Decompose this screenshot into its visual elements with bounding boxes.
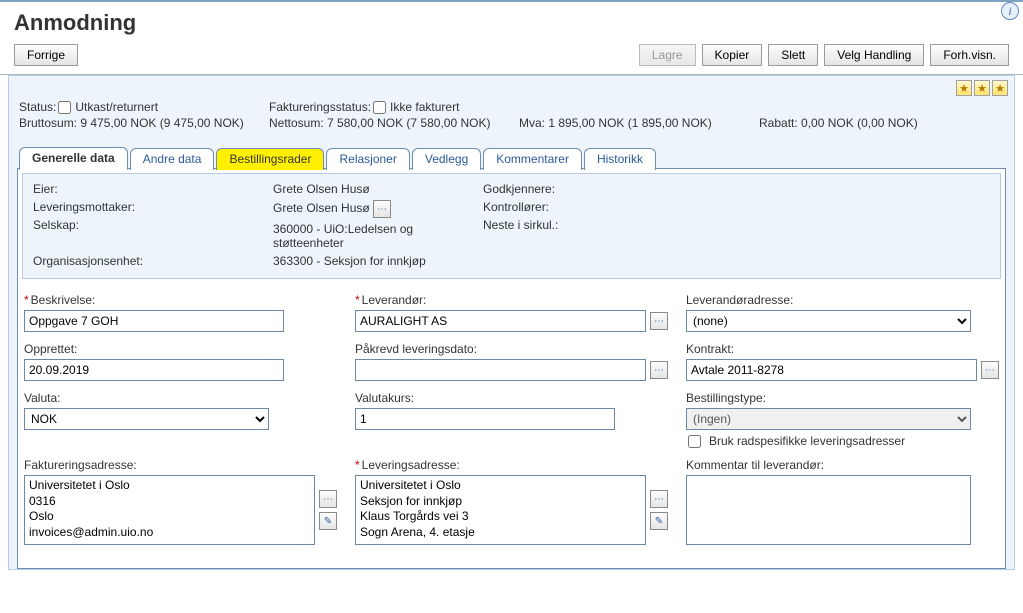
supplier-comment-label: Kommentar til leverandør:	[686, 458, 999, 472]
vat-label: Mva:	[519, 116, 545, 130]
tabs: Generelle data Andre data Bestillingsrad…	[17, 146, 1006, 169]
order-type-label: Bestillingstype:	[686, 391, 999, 405]
supplier-label: Leverandør:	[362, 293, 427, 307]
supplier-input[interactable]	[355, 310, 646, 332]
owner-label: Eier:	[33, 180, 273, 198]
tab-other-data[interactable]: Andre data	[130, 148, 215, 170]
req-delivery-date-button[interactable]: ⋯	[650, 361, 668, 379]
preview-button[interactable]: Forh.visn.	[930, 44, 1009, 66]
row-specific-label: Bruk radspesifikke leveringsadresser	[709, 434, 905, 448]
gross-label: Bruttosum:	[19, 116, 77, 130]
choose-action-button[interactable]: Velg Handling	[824, 44, 924, 66]
supplier-lookup-button[interactable]: ⋯	[650, 312, 668, 330]
orgunit-label: Organisasjonsenhet:	[33, 252, 273, 270]
invoice-addr-lookup-button[interactable]: ⋯	[319, 490, 337, 508]
owners-panel: Eier: Leveringsmottaker: Selskap: Organi…	[22, 173, 1001, 279]
tab-relations[interactable]: Relasjoner	[326, 148, 409, 170]
company-label: Selskap:	[33, 216, 273, 234]
status-checkbox[interactable]	[58, 101, 71, 114]
star-add-icon[interactable]: ★	[956, 80, 972, 96]
delete-button[interactable]: Slett	[768, 44, 818, 66]
invoice-addr-edit-button[interactable]: ✎	[319, 512, 337, 530]
star-alt-icon[interactable]: ★	[992, 80, 1008, 96]
tab-order-lines[interactable]: Bestillingsrader	[216, 148, 324, 170]
invoice-status-value: Ikke fakturert	[390, 100, 459, 114]
company-value: 360000 - UiO:Ledelsen og støtteenheter	[273, 220, 483, 252]
recipient-label: Leveringsmottaker:	[33, 198, 273, 216]
approvers-label: Godkjennere:	[483, 180, 683, 198]
row-specific-checkbox[interactable]	[688, 435, 701, 448]
delivery-addr-lookup-button[interactable]: ⋯	[650, 490, 668, 508]
invoice-addr-label: Faktureringsadresse:	[24, 458, 337, 472]
desc-label: Beskrivelse:	[31, 293, 96, 307]
net-value: 7 580,00 NOK (7 580,00 NOK)	[327, 116, 490, 130]
recipient-lookup-button[interactable]: ⋯	[373, 200, 391, 218]
req-delivery-input[interactable]	[355, 359, 646, 381]
order-type-select[interactable]: (Ingen)	[686, 408, 971, 430]
info-icon[interactable]: i	[1001, 2, 1019, 20]
previous-button[interactable]: Forrige	[14, 44, 78, 66]
owner-value: Grete Olsen Husø	[273, 180, 483, 198]
contract-lookup-button[interactable]: ⋯	[981, 361, 999, 379]
star-fav-icon[interactable]: ★	[974, 80, 990, 96]
contract-label: Kontrakt:	[686, 342, 999, 356]
description-input[interactable]	[24, 310, 284, 332]
tab-comments[interactable]: Kommentarer	[483, 148, 582, 170]
supplier-addr-label: Leverandøradresse:	[686, 293, 999, 307]
controllers-label: Kontrollører:	[483, 198, 683, 216]
discount-value: 0,00 NOK (0,00 NOK)	[801, 116, 918, 130]
tab-history[interactable]: Historikk	[584, 148, 656, 170]
summary-panel: ★ ★ ★ Status: Utkast/returnert Faktureri…	[8, 75, 1015, 570]
invoice-address-textarea[interactable]	[24, 475, 315, 545]
save-button[interactable]: Lagre	[639, 44, 696, 66]
copy-button[interactable]: Kopier	[702, 44, 763, 66]
created-label: Opprettet:	[24, 342, 337, 356]
recipient-value: Grete Olsen Husø	[273, 201, 370, 215]
status-label: Status:	[19, 100, 56, 114]
gross-value: 9 475,00 NOK (9 475,00 NOK)	[80, 116, 243, 130]
invoice-status-label: Faktureringsstatus:	[269, 100, 371, 114]
next-in-circ-label: Neste i sirkul.:	[483, 216, 683, 234]
contract-input[interactable]	[686, 359, 977, 381]
toolbar: Forrige Lagre Kopier Slett Velg Handling…	[0, 40, 1023, 75]
currency-label: Valuta:	[24, 391, 337, 405]
exchange-label: Valutakurs:	[355, 391, 668, 405]
supplier-address-select[interactable]: (none)	[686, 310, 971, 332]
net-label: Nettosum:	[269, 116, 324, 130]
vat-value: 1 895,00 NOK (1 895,00 NOK)	[548, 116, 711, 130]
form-area: *Beskrivelse: Opprettet: Valuta: NOK	[18, 283, 1005, 568]
created-input[interactable]	[24, 359, 284, 381]
supplier-comment-textarea[interactable]	[686, 475, 971, 545]
page-title: Anmodning	[0, 0, 1023, 40]
req-delivery-label: Påkrevd leveringsdato:	[355, 342, 668, 356]
orgunit-value: 363300 - Seksjon for innkjøp	[273, 252, 483, 270]
exchange-rate-input[interactable]	[355, 408, 615, 430]
discount-label: Rabatt:	[759, 116, 798, 130]
status-value: Utkast/returnert	[75, 100, 158, 114]
delivery-addr-label: Leveringsadresse:	[362, 458, 460, 472]
delivery-addr-edit-button[interactable]: ✎	[650, 512, 668, 530]
currency-select[interactable]: NOK	[24, 408, 269, 430]
tab-general[interactable]: Generelle data	[19, 147, 128, 170]
invoice-status-checkbox[interactable]	[373, 101, 386, 114]
tab-attachments[interactable]: Vedlegg	[412, 148, 481, 170]
delivery-address-textarea[interactable]	[355, 475, 646, 545]
